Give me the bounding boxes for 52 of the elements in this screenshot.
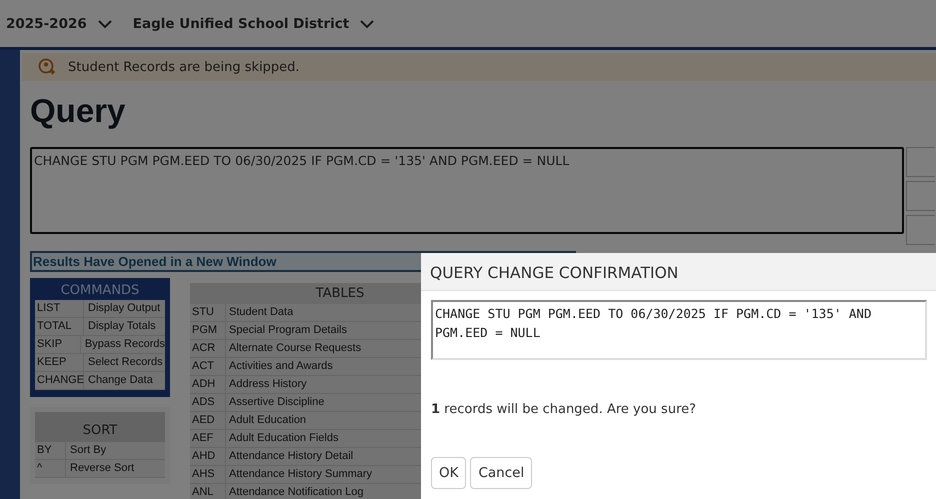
chevron-down-icon [359,18,376,28]
command-description: Display Totals [87,319,156,334]
confirmation-message: 1 records will be changed. Are you sure? [431,402,698,417]
side-button[interactable] [906,181,935,211]
table-code: AEF [190,430,226,447]
table-description: Assertive Discipline [228,395,324,410]
table-description: Attendance History Detail [228,449,354,464]
table-code: PGM [190,322,226,339]
district-dropdown[interactable]: Eagle Unified School District [132,16,350,32]
dialog-title: QUERY CHANGE CONFIRMATION [421,253,936,291]
command-description: Change Data [87,373,153,388]
sort-code: ^ [35,460,66,477]
table-code: ANL [190,484,226,499]
sort-description: Reverse Sort [69,461,134,476]
command-code: LIST [35,300,84,317]
table-code: ACT [190,358,226,375]
table-code: ADS [190,394,226,411]
command-code: KEEP [35,354,84,371]
table-code: AHD [190,448,226,465]
command-code: CHANGE [35,372,84,389]
command-code: TOTAL [35,318,84,335]
table-description: Attendance Notification Log [228,485,364,499]
table-description: Special Program Details [228,323,347,338]
side-button[interactable] [906,215,935,245]
school-year-dropdown[interactable]: 2025-2026 [6,16,87,32]
sort-description: Sort By [69,443,106,458]
table-description: Alternate Course Requests [228,341,362,356]
table-description: Activities and Awards [228,359,333,374]
cancel-button[interactable]: Cancel [470,457,532,489]
banner-message: Student Records are being skipped. [68,60,300,74]
page-title: Query [30,91,126,131]
chevron-down-icon [96,18,113,28]
table-description: Attendance History Summary [228,467,372,482]
command-code: SKIP [35,336,81,353]
table-description: Adult Education [228,413,306,428]
table-code: ACR [190,340,226,357]
table-description: Address History [228,377,307,392]
sort-header: SORT [35,412,165,442]
table-code: STU [190,304,226,321]
command-description: Bypass Records [84,337,165,352]
table-description: Adult Education Fields [228,431,338,446]
command-description: Display Output [87,301,160,316]
table-code: AED [190,412,226,429]
table-code: ADH [190,376,226,393]
side-button[interactable] [906,147,935,177]
table-code: AHS [190,466,226,483]
command-description: Select Records [87,355,163,370]
ok-button[interactable]: OK [431,457,466,489]
table-description: Student Data [228,305,294,320]
query-field[interactable]: CHANGE STU PGM PGM.EED TO 06/30/2025 IF PGM.CD = '135' AND PGM.EED = NULL [431,300,927,360]
sort-code: BY [35,442,66,459]
query-field[interactable]: CHANGE STU PGM PGM.EED TO 06/30/2025 IF PGM.CD = '135' AND PGM.EED = NULL [30,147,904,234]
